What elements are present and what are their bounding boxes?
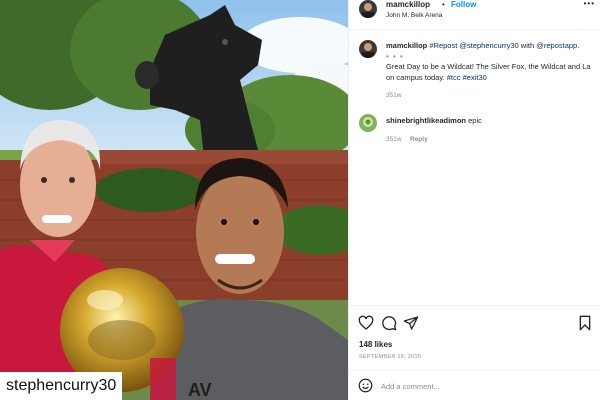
comment-line: shinebrightlikeadimon epic xyxy=(386,116,482,126)
hashtag-tcc[interactable]: #tcc xyxy=(447,73,461,82)
post-photo[interactable]: AV stephencurry30 xyxy=(0,0,348,400)
commenter-username[interactable]: shinebrightlikeadimon xyxy=(386,116,466,125)
caption-with-text: with xyxy=(520,41,535,50)
comment-input[interactable] xyxy=(381,379,541,393)
caption-dots: • • • xyxy=(386,52,404,61)
comment-icon[interactable] xyxy=(381,315,397,331)
action-bar xyxy=(349,305,600,345)
selfie-image: AV xyxy=(0,0,348,400)
heart-icon[interactable] xyxy=(358,315,374,331)
caption-body-line-2: on campus today. #tcc #exit30 xyxy=(386,73,600,84)
caption-author-avatar[interactable] xyxy=(359,40,377,58)
svg-text:AV: AV xyxy=(188,380,212,400)
comment-timestamp: 351w xyxy=(386,136,402,143)
post-details-panel: mamckillop • Follow John M. Belk Arena •… xyxy=(348,0,600,400)
post-header: mamckillop • Follow John M. Belk Arena •… xyxy=(349,0,600,30)
bookmark-icon[interactable] xyxy=(577,315,593,331)
location-link[interactable]: John M. Belk Arena xyxy=(386,12,442,20)
hashtag-exit30[interactable]: #exit30 xyxy=(463,73,487,82)
emoji-icon[interactable] xyxy=(358,378,373,393)
caption-body-text-2: on campus today. xyxy=(386,72,445,82)
reply-button[interactable]: Reply xyxy=(410,136,428,143)
commenter-avatar[interactable] xyxy=(359,114,377,132)
mention-stephencurry[interactable]: @stephencurry30 xyxy=(459,41,518,50)
photo-watermark-username: stephencurry30 xyxy=(0,372,123,400)
post-date: SEPTEMBER 18, 2015 xyxy=(359,354,422,360)
add-comment-bar xyxy=(349,370,600,400)
caption-username[interactable]: mamckillop xyxy=(386,41,427,50)
likes-count[interactable]: 148 likes xyxy=(359,340,392,349)
caption-body-line-1: Great Day to be a Wildcat! The Silver Fo… xyxy=(386,62,591,71)
share-icon[interactable] xyxy=(403,315,419,331)
repost-hashtag[interactable]: #Repost xyxy=(429,41,457,50)
author-avatar[interactable] xyxy=(359,0,377,18)
follow-button[interactable]: Follow xyxy=(451,0,476,10)
more-horizontal-icon[interactable]: ••• xyxy=(584,0,595,8)
author-username[interactable]: mamckillop xyxy=(386,0,430,10)
caption-timestamp: 351w xyxy=(386,92,402,99)
comment-text: epic xyxy=(468,116,482,125)
separator-dot: • xyxy=(442,0,445,9)
caption-first-line: mamckillop #Repost @stephencurry30 with … xyxy=(386,41,600,52)
caption-body: Great Day to be a Wildcat! The Silver Fo… xyxy=(386,62,600,83)
mention-repostapp[interactable]: @repostapp. xyxy=(536,41,579,50)
